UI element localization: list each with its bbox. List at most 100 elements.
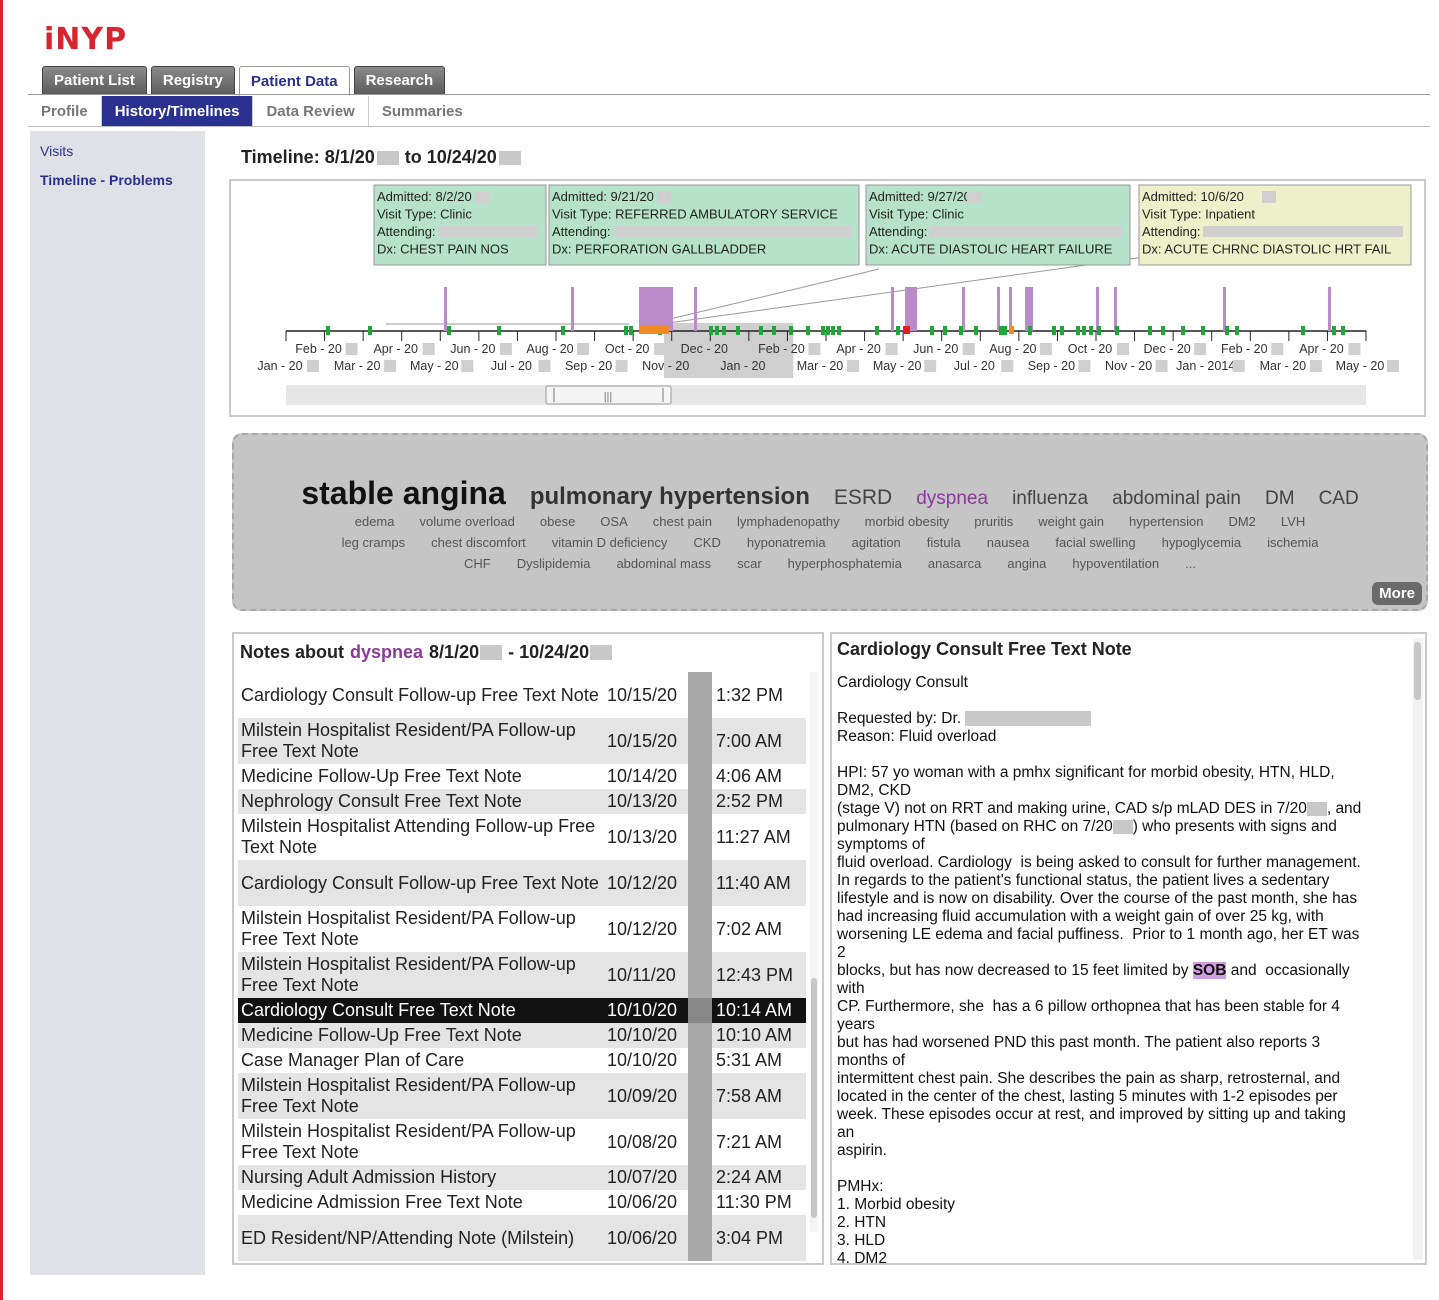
note-date-mask (688, 764, 712, 789)
note-row[interactable]: Cardiology Consult Follow-up Free Text N… (238, 672, 810, 718)
note-detail-scroll-thumb[interactable] (1414, 642, 1421, 700)
timeline-event-mark (497, 326, 501, 335)
note-row[interactable]: Milstein Hospitalist Resident/PA Follow-… (238, 1073, 810, 1119)
note-row[interactable]: Nephrology Consult Free Text Note 10/13/2… (238, 789, 810, 814)
timeline-tick-label: Jul - 20 (954, 359, 995, 373)
cloud-term[interactable]: volume overload (419, 514, 514, 529)
cloud-term[interactable]: hyponatremia (747, 535, 826, 550)
cloud-term[interactable]: edema (355, 514, 395, 529)
note-row[interactable]: Medicine Admission Free Text Note 10/06/2… (238, 1190, 810, 1215)
note-date: 10/11/20 (604, 952, 688, 998)
visit-callout: Admitted: 8/2/20 Visit Type: Clinic Attend… (373, 184, 547, 266)
cloud-term[interactable]: hyperphosphatemia (788, 556, 902, 571)
notes-scroll-thumb[interactable] (811, 978, 817, 1218)
timeline-title-start: Timeline: 8/1/20 (241, 147, 375, 167)
cloud-term[interactable]: scar (737, 556, 762, 571)
timeline-chart[interactable]: Jan - 20 Mar - 20 May - 20 Jul - 20 Sep - 20… (231, 181, 1424, 415)
cloud-term[interactable]: hypoventilation (1072, 556, 1159, 571)
note-row[interactable]: Milstein Hospitalist Resident/PA Follow-… (238, 906, 810, 952)
note-time: 3:04 PM (712, 1215, 806, 1261)
timeline-event-mark (1341, 326, 1345, 335)
cloud-term[interactable]: facial swelling (1055, 535, 1135, 550)
subtab-summaries[interactable]: Summaries (369, 96, 476, 126)
cloud-term[interactable]: DM2 (1228, 514, 1255, 529)
cloud-term[interactable]: pulmonary hypertension (530, 483, 810, 511)
sidebar-item-timeline-problems[interactable]: Timeline - Problems (40, 172, 173, 188)
cloud-term[interactable]: hypoglycemia (1162, 535, 1242, 550)
cloud-term[interactable]: influenza (1012, 488, 1088, 510)
note-date-mask (688, 1048, 712, 1073)
tab-patient-data[interactable]: Patient Data (238, 66, 350, 96)
cloud-term[interactable]: abdominal mass (616, 556, 711, 571)
cloud-term[interactable]: morbid obesity (865, 514, 950, 529)
note-row[interactable]: Nursing Adult Admission History 10/07/20 2… (238, 1165, 810, 1190)
note-row[interactable]: Medicine Follow-Up Free Text Note 10/10/2… (238, 1023, 810, 1048)
timeline-event-mark (806, 326, 810, 335)
note-row[interactable]: Milstein Hospitalist Resident/PA Follow-… (238, 952, 810, 998)
timeline-event-mark (561, 326, 565, 335)
cloud-term[interactable]: OSA (600, 514, 627, 529)
note-row[interactable]: Case Manager Plan of Care 10/10/20 5:31 AM (238, 1048, 810, 1073)
timeline-event-mark (1076, 326, 1080, 335)
tab-research[interactable]: Research (353, 66, 446, 94)
cloud-term[interactable]: agitation (852, 535, 901, 550)
note-row[interactable]: Milstein Hospitalist Resident/PA Follow-… (238, 718, 810, 764)
subtab-data-review[interactable]: Data Review (253, 96, 369, 126)
cloud-term[interactable]: vitamin D deficiency (552, 535, 668, 550)
timeline-event-mark (1097, 326, 1101, 335)
cloud-term[interactable]: abdominal pain (1112, 488, 1241, 510)
cloud-term[interactable]: weight gain (1038, 514, 1104, 529)
redaction-mask (657, 191, 671, 203)
cloud-term[interactable]: CKD (693, 535, 720, 550)
note-row[interactable]: Cardiology Consult Follow-up Free Text N… (238, 860, 810, 906)
note-row[interactable]: Medicine Follow-Up Free Text Note 10/14/2… (238, 764, 810, 789)
tab-registry[interactable]: Registry (150, 66, 235, 94)
cloud-term[interactable]: CHF (464, 556, 491, 571)
note-date: 10/08/20 (607, 1131, 678, 1152)
note-row[interactable]: ED Resident/NP/Attending Note (Milstein)… (238, 1215, 810, 1261)
cloud-term[interactable]: LVH (1281, 514, 1305, 529)
timeline-event-mark (826, 326, 830, 335)
note-date: 10/09/20 (604, 1073, 688, 1119)
cloud-term[interactable]: dyspnea (916, 488, 988, 510)
cloud-term[interactable]: Dyslipidemia (517, 556, 591, 571)
cloud-term[interactable]: chest pain (653, 514, 712, 529)
cloud-term[interactable]: hypertension (1129, 514, 1203, 529)
note-row[interactable]: Milstein Hospitalist Attending Follow-up… (238, 814, 810, 860)
main-tabs: Patient List Registry Patient Data Resea… (42, 66, 446, 96)
cloud-term[interactable]: ischemia (1267, 535, 1318, 550)
cloud-term[interactable]: ... (1185, 556, 1196, 571)
timeline-event-mark (1161, 326, 1165, 335)
note-row[interactable]: Cardiology Consult Free Text Note 10/10/2… (238, 998, 810, 1023)
more-button[interactable]: More (1372, 582, 1422, 605)
note-time: 7:58 AM (712, 1073, 806, 1119)
note-detail-scrollbar[interactable] (1413, 638, 1423, 1260)
cloud-term[interactable]: pruritis (974, 514, 1013, 529)
cloud-term[interactable]: anasarca (928, 556, 981, 571)
redaction-mask (1039, 343, 1052, 355)
timeline-tick-label: Aug - 20 (989, 342, 1036, 356)
cloud-term[interactable]: CAD (1319, 488, 1359, 510)
notes-scrollbar[interactable] (810, 672, 818, 1232)
visit-callout-admitted: Admitted: 9/21/20 (552, 189, 654, 204)
cloud-term[interactable]: stable angina (301, 475, 506, 512)
timeline-tick-label: Oct - 20 (605, 342, 650, 356)
subtab-history-timelines[interactable]: History/Timelines (101, 96, 254, 126)
cloud-term[interactable]: nausea (987, 535, 1030, 550)
note-row[interactable]: Milstein Hospitalist Resident/PA Follow-… (238, 1119, 810, 1165)
cloud-term[interactable]: leg cramps (342, 535, 406, 550)
sidebar-item-visits[interactable]: Visits (40, 143, 73, 159)
cloud-term[interactable]: obese (540, 514, 575, 529)
cloud-term[interactable]: angina (1007, 556, 1046, 571)
subtab-profile[interactable]: Profile (28, 96, 102, 126)
cloud-term[interactable]: fistula (927, 535, 961, 550)
cloud-term[interactable]: ESRD (834, 486, 892, 510)
timeline-visit-bar (1096, 287, 1099, 331)
note-date-mask (688, 672, 712, 718)
tab-patient-list[interactable]: Patient List (42, 66, 147, 94)
cloud-term[interactable]: chest discomfort (431, 535, 526, 550)
cloud-term[interactable]: DM (1265, 488, 1295, 510)
timeline-tick-label: Jan - 20 (720, 359, 765, 373)
timeline-event-mark (1060, 326, 1064, 335)
cloud-term[interactable]: lymphadenopathy (737, 514, 840, 529)
